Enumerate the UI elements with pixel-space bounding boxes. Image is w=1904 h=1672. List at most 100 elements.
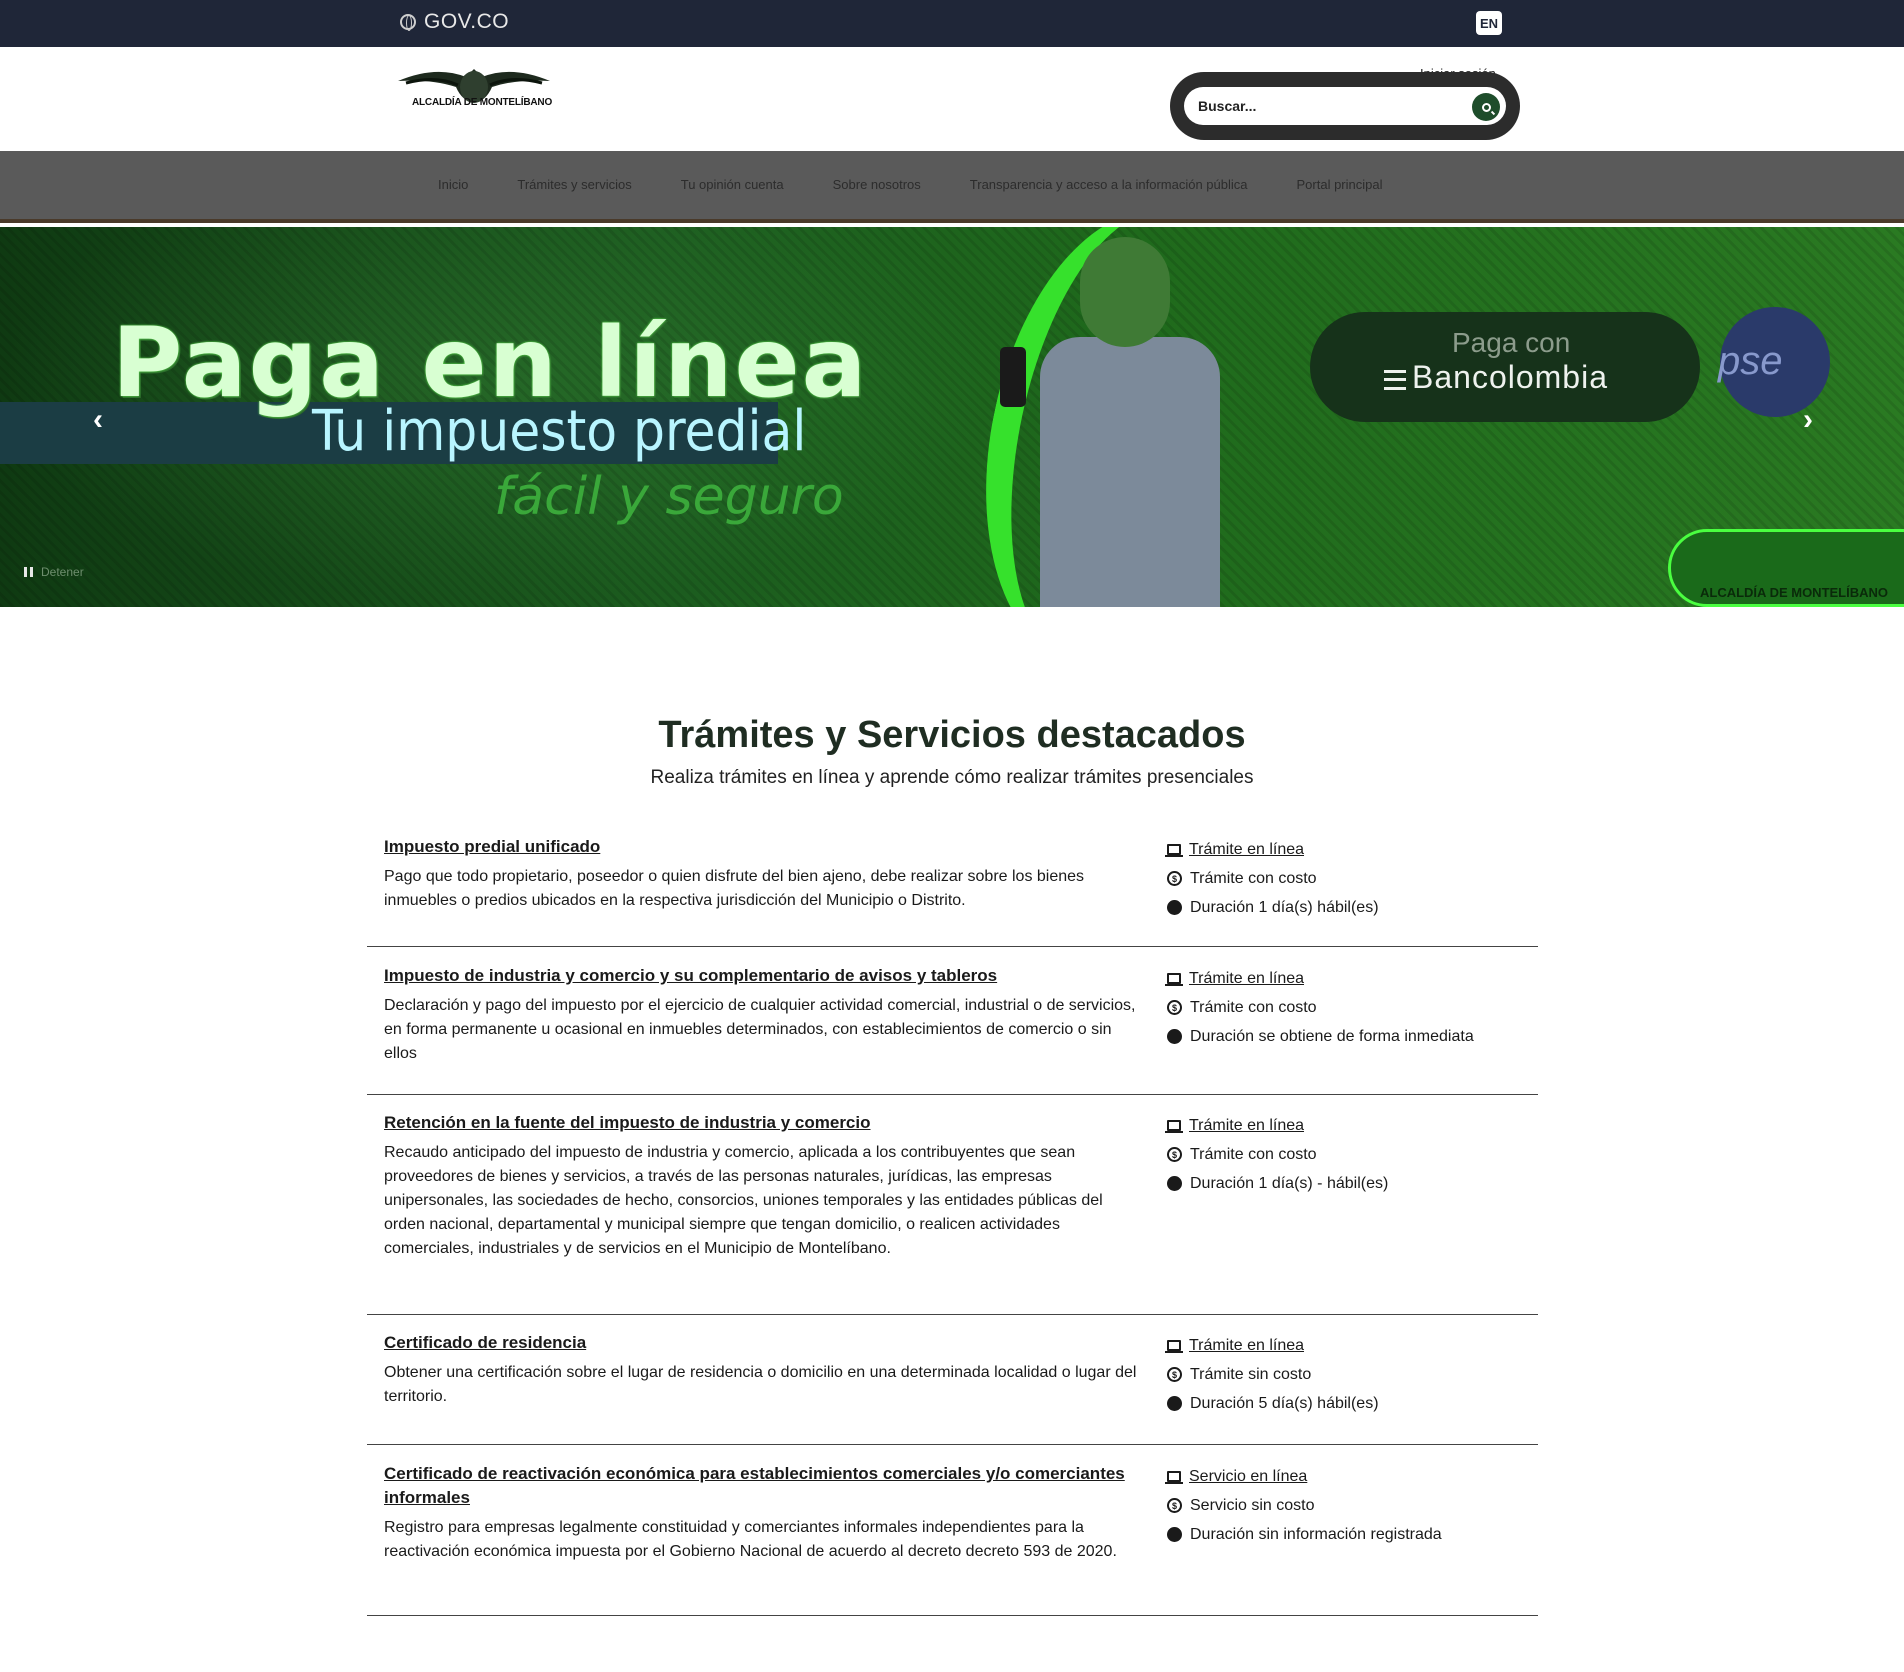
main-nav: Inicio Trámites y servicios Tu opinión c…: [0, 151, 1904, 223]
item-duration-label: Duración 1 día(s) hábil(es): [1190, 898, 1379, 916]
nav-item-portal-principal[interactable]: Portal principal: [1297, 177, 1383, 192]
item-cost-label: Trámite sin costo: [1190, 1365, 1312, 1383]
item-cost-label: Trámite con costo: [1190, 1145, 1317, 1163]
search-button[interactable]: [1472, 93, 1500, 121]
item-mode-link[interactable]: Trámite en línea: [1165, 835, 1379, 864]
item-title-link[interactable]: Certificado de reactivación económica pa…: [384, 1462, 1144, 1510]
item-duration: Duración se obtiene de forma inmediata: [1167, 1022, 1474, 1051]
search-container: [1170, 72, 1520, 140]
item-cost-label: Trámite con costo: [1190, 869, 1317, 887]
banner-slogan: fácil y seguro: [494, 467, 844, 527]
nav-item-inicio[interactable]: Inicio: [438, 177, 468, 192]
item-title-link[interactable]: Retención en la fuente del impuesto de i…: [384, 1111, 1144, 1135]
pause-icon: [24, 567, 33, 577]
person-head: [1080, 237, 1170, 347]
clock-icon: [1167, 1527, 1182, 1542]
item-mode-label: Trámite en línea: [1189, 969, 1305, 987]
section-subtitle: Realiza trámites en línea y aprende cómo…: [650, 767, 1254, 788]
clock-icon: [1167, 1396, 1182, 1411]
nav-item-tramites[interactable]: Trámites y servicios: [517, 177, 631, 192]
list-item: Impuesto de industria y comercio y su co…: [367, 947, 1538, 1095]
coin-icon: $: [1167, 1367, 1182, 1382]
list-item: Certificado de residencia Obtener una ce…: [367, 1315, 1538, 1445]
site-header: ALCALDÍA DE MONTELÍBANO Iniciar sesión: [0, 47, 1904, 151]
item-mode-link[interactable]: Trámite en línea: [1165, 964, 1474, 993]
nav-item-sobre-nosotros[interactable]: Sobre nosotros: [833, 177, 921, 192]
item-title-link[interactable]: Impuesto predial unificado: [384, 835, 1144, 859]
item-cost-label: Servicio sin costo: [1190, 1496, 1315, 1514]
pause-label: Detener: [41, 565, 84, 579]
item-duration-label: Duración 1 día(s) - hábil(es): [1190, 1174, 1389, 1192]
nav-item-transparencia[interactable]: Transparencia y acceso a la información …: [970, 177, 1248, 192]
laptop-icon: [1165, 1340, 1183, 1353]
carousel-prev-button[interactable]: ‹: [80, 402, 116, 438]
language-toggle-button[interactable]: EN: [1476, 11, 1502, 35]
clock-icon: [1167, 900, 1182, 915]
person-body: [1040, 337, 1220, 607]
nav-item-opinion[interactable]: Tu opinión cuenta: [681, 177, 784, 192]
alcaldia-logo[interactable]: [396, 61, 552, 121]
hero-carousel: Paga en línea Tu impuesto predial fácil …: [0, 227, 1904, 607]
item-description: Registro para empresas legalmente consti…: [384, 1519, 1117, 1560]
item-cost: $ Trámite con costo: [1167, 864, 1379, 893]
item-duration-label: Duración 5 día(s) hábil(es): [1190, 1394, 1379, 1412]
item-mode-label: Trámite en línea: [1189, 840, 1305, 858]
banner-person-image: [1000, 227, 1240, 607]
item-duration: Duración 1 día(s) hábil(es): [1167, 893, 1379, 922]
banner-seal-text: ALCALDÍA DE MONTELÍBANO: [1700, 585, 1889, 600]
item-duration-label: Duración se obtiene de forma inmediata: [1190, 1027, 1474, 1045]
item-cost-label: Trámite con costo: [1190, 998, 1317, 1016]
section-title: Trámites y Servicios destacados: [658, 714, 1246, 756]
item-title-link[interactable]: Certificado de residencia: [384, 1331, 1144, 1355]
chevron-left-icon: ‹: [93, 403, 103, 436]
list-item: Impuesto predial unificado Pago que todo…: [367, 824, 1538, 947]
carousel-pause-button[interactable]: Detener: [24, 565, 84, 579]
phone-image: [1000, 347, 1026, 407]
item-cost: $ Trámite con costo: [1167, 1140, 1388, 1169]
chevron-right-icon: ›: [1803, 403, 1813, 436]
item-mode-link[interactable]: Servicio en línea: [1165, 1462, 1442, 1491]
item-description: Declaración y pago del impuesto por el e…: [384, 997, 1136, 1062]
item-title-link[interactable]: Impuesto de industria y comercio y su co…: [384, 964, 1144, 988]
gov-co-label: GOV.CO: [424, 10, 510, 33]
logo-caption: ALCALDÍA DE MONTELÍBANO: [412, 97, 553, 108]
search-box: [1184, 87, 1506, 125]
clock-icon: [1167, 1029, 1182, 1044]
item-duration: Duración sin información registrada: [1167, 1520, 1442, 1549]
item-description: Obtener una certificación sobre el lugar…: [384, 1364, 1137, 1405]
pse-label: pse: [1718, 339, 1783, 383]
bancolombia-logo-icon: [1384, 369, 1406, 390]
clock-icon: [1167, 1176, 1182, 1191]
coin-icon: $: [1167, 1147, 1182, 1162]
item-mode-link[interactable]: Trámite en línea: [1165, 1331, 1379, 1360]
item-cost: $ Trámite sin costo: [1167, 1360, 1379, 1389]
laptop-icon: [1165, 973, 1183, 986]
coin-icon: $: [1167, 1498, 1182, 1513]
bank-name-text: Bancolombia: [1412, 359, 1608, 395]
tramites-list: Impuesto predial unificado Pago que todo…: [367, 824, 1538, 1616]
list-item: Retención en la fuente del impuesto de i…: [367, 1095, 1538, 1315]
item-cost: $ Servicio sin costo: [1167, 1491, 1442, 1520]
item-duration: Duración 1 día(s) - hábil(es): [1167, 1169, 1388, 1198]
item-mode-label: Trámite en línea: [1189, 1116, 1305, 1134]
carousel-next-button[interactable]: ›: [1790, 402, 1826, 438]
item-description: Pago que todo propietario, poseedor o qu…: [384, 868, 1085, 909]
coin-icon: $: [1167, 871, 1182, 886]
gov-bar: GOV.CO EN: [0, 0, 1904, 47]
laptop-icon: [1165, 844, 1183, 857]
item-duration-label: Duración sin información registrada: [1190, 1525, 1442, 1543]
laptop-icon: [1165, 1471, 1183, 1484]
item-mode-label: Servicio en línea: [1189, 1467, 1308, 1485]
bank-pay-with: Paga con: [1452, 327, 1571, 358]
laptop-icon: [1165, 1120, 1183, 1133]
gov-co-link[interactable]: GOV.CO: [400, 10, 509, 34]
banner-subtitle: Tu impuesto predial: [312, 399, 807, 464]
item-mode-link[interactable]: Trámite en línea: [1165, 1111, 1388, 1140]
item-duration: Duración 5 día(s) hábil(es): [1167, 1389, 1379, 1418]
list-item: Certificado de reactivación económica pa…: [367, 1445, 1538, 1616]
item-cost: $ Trámite con costo: [1167, 993, 1474, 1022]
search-input[interactable]: [1198, 87, 1458, 125]
item-mode-label: Trámite en línea: [1189, 1336, 1305, 1354]
item-description: Recaudo anticipado del impuesto de indus…: [384, 1144, 1103, 1257]
globe-icon: [400, 14, 416, 31]
